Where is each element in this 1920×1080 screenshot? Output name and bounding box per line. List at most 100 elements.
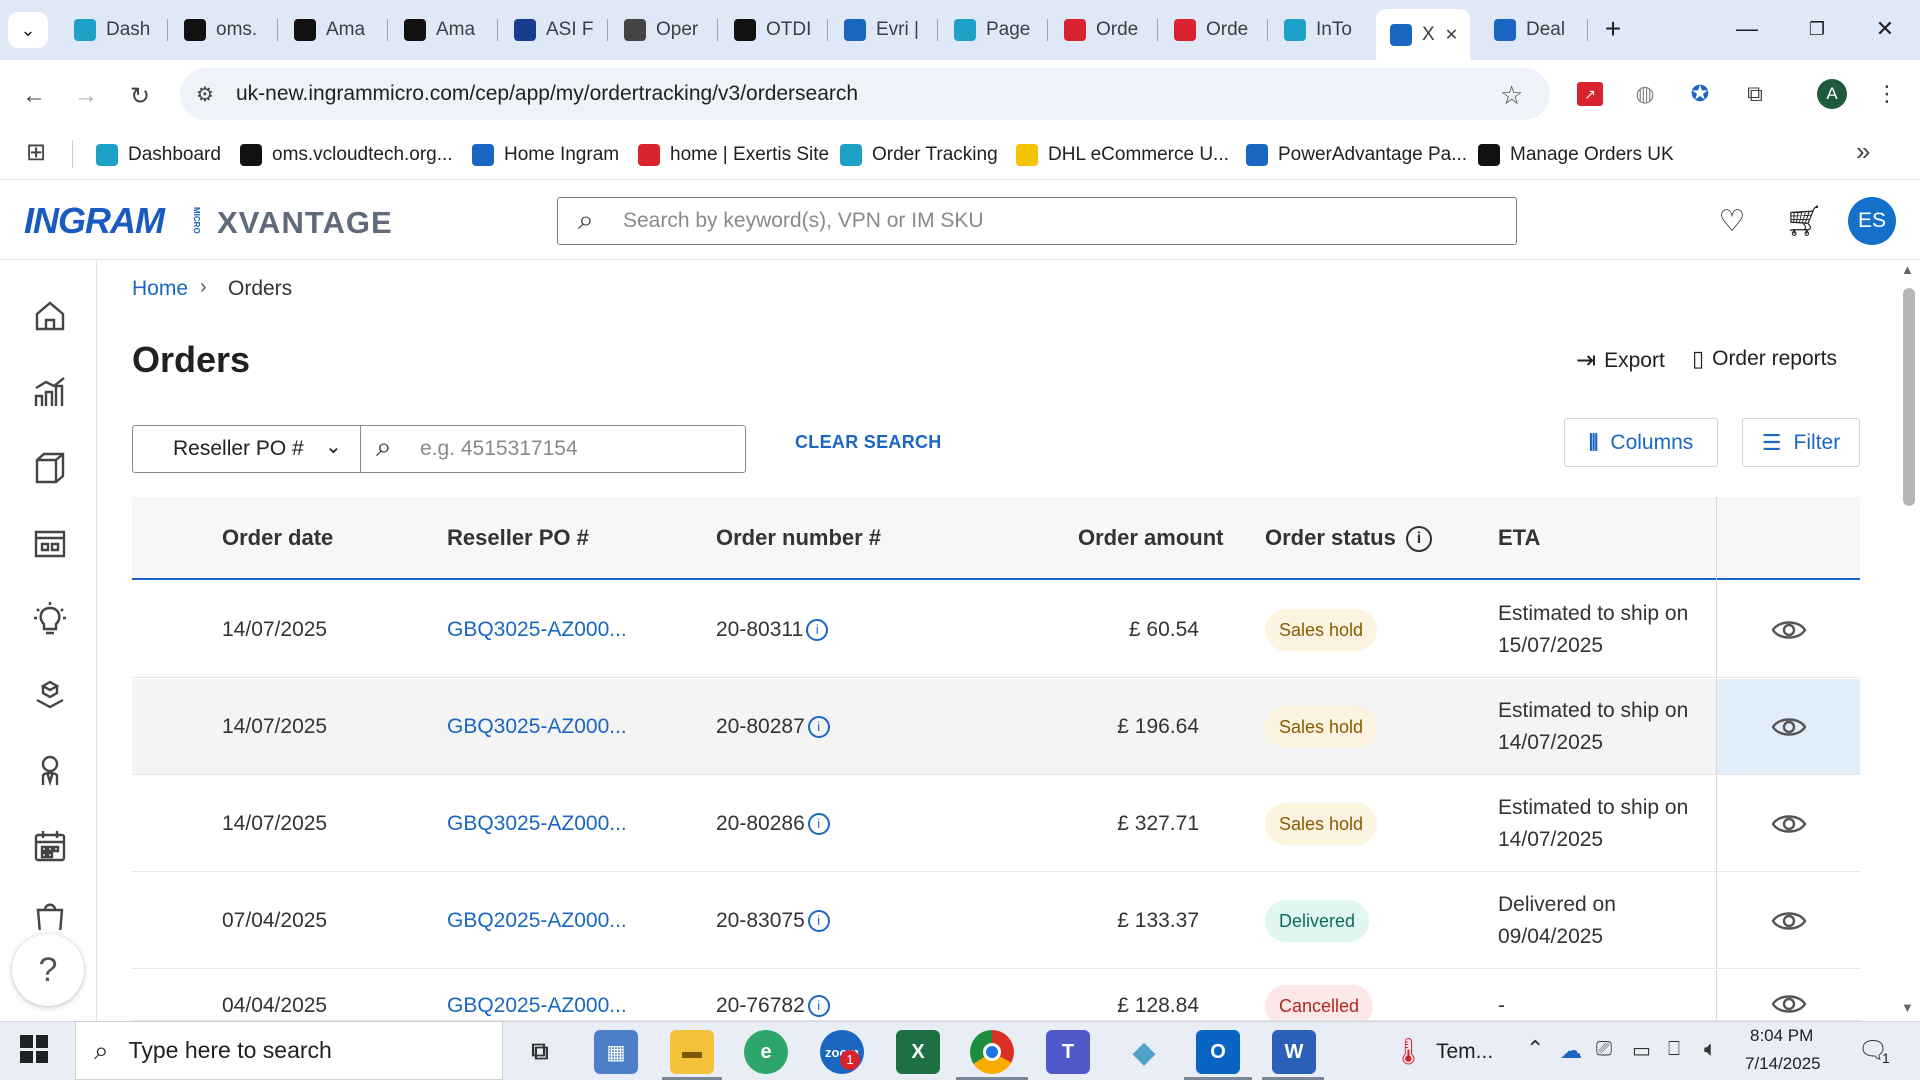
apps-grid-icon[interactable]: ⊞ [26, 138, 46, 167]
col-order-amount[interactable]: Order amount [1078, 525, 1223, 551]
profile-avatar[interactable]: A [1817, 79, 1847, 109]
outlook-icon[interactable]: O [1196, 1030, 1240, 1074]
services-nav-icon[interactable] [28, 672, 72, 716]
bookmark-star-icon[interactable]: ☆ [1500, 80, 1523, 111]
restore-button[interactable]: ❐ [1792, 8, 1842, 50]
calculator-icon[interactable]: ▦ [594, 1030, 638, 1074]
windows-start-icon[interactable] [20, 1035, 48, 1063]
reload-button[interactable]: ↻ [122, 78, 158, 114]
scroll-up-arrow[interactable]: ▲ [1901, 262, 1914, 277]
forward-button[interactable]: → [68, 78, 104, 114]
task-view-icon[interactable]: ⧉ [518, 1030, 562, 1074]
home-nav-icon[interactable] [28, 294, 72, 338]
browser-tab[interactable]: Page [940, 9, 1048, 51]
pdf-extension-icon[interactable]: ↗ [1575, 79, 1605, 109]
table-row[interactable]: 14/07/2025 GBQ3025-AZ000... 20-80286 i £ 327… [132, 776, 1860, 872]
user-avatar[interactable]: ES [1848, 197, 1896, 245]
bookmark-item[interactable]: Home Ingram [472, 137, 619, 173]
browser-tab[interactable]: Evri | [830, 9, 938, 51]
col-order-date[interactable]: Order date [222, 525, 333, 551]
browser-tab[interactable]: Deal [1480, 9, 1588, 51]
site-info-icon[interactable]: ⚙ [196, 82, 214, 107]
clock-date[interactable]: 7/14/2025 [1745, 1054, 1821, 1074]
table-row[interactable]: 14/07/2025 GBQ3025-AZ000... 20-80311 i £ 60.… [132, 582, 1860, 678]
taskbar-search-box[interactable]: ⌕ Type here to search [75, 1021, 503, 1080]
browser-tab[interactable]: Ama [280, 9, 388, 51]
clock-time[interactable]: 8:04 PM [1750, 1026, 1813, 1046]
breadcrumb-home-link[interactable]: Home [132, 277, 188, 301]
status-info-icon[interactable]: i [1406, 526, 1432, 552]
tray-chevron-up-icon[interactable]: ⌃ [1526, 1036, 1544, 1062]
table-row[interactable]: 04/04/2025 GBQ2025-AZ000... 20-76782 i £ 128… [132, 970, 1860, 1021]
browser-tab[interactable]: Orde [1050, 9, 1158, 51]
scroll-down-arrow[interactable]: ▼ [1901, 1000, 1914, 1015]
view-order-button[interactable] [1716, 679, 1860, 774]
help-button[interactable]: ? [12, 934, 84, 1006]
weather-thermometer-icon[interactable]: 🌡︎ [1392, 1036, 1425, 1067]
ingram-logo[interactable]: INGRAM [24, 200, 165, 242]
view-order-button[interactable] [1716, 582, 1860, 677]
cart-icon[interactable]: 🛒︎ [1784, 201, 1824, 241]
col-reseller-po[interactable]: Reseller PO # [447, 525, 589, 551]
bookmark-item[interactable]: DHL eCommerce U... [1016, 137, 1229, 173]
browser-tab[interactable]: X ✕ [1376, 9, 1470, 60]
search-field-select[interactable]: Reseller PO # ⌄ [132, 425, 361, 473]
support-nav-icon[interactable] [28, 748, 72, 792]
order-reports-button[interactable]: ▯ Order reports [1692, 346, 1837, 372]
back-button[interactable]: ← [16, 78, 52, 114]
favorites-heart-icon[interactable]: ♡ [1712, 201, 1752, 241]
table-row[interactable]: 14/07/2025 GBQ3025-AZ000... 20-80287 i £ 196… [132, 679, 1860, 775]
new-tab-button[interactable]: + [1588, 8, 1638, 50]
onedrive-icon[interactable]: ☁ [1560, 1038, 1582, 1064]
browser-tab[interactable]: ASI F [500, 9, 608, 51]
view-order-button[interactable] [1716, 776, 1860, 871]
more-bookmarks-icon[interactable]: » [1856, 136, 1870, 167]
orders-bag-icon[interactable] [28, 900, 72, 930]
battery-icon[interactable]: ▭ [1632, 1038, 1651, 1063]
xvantage-logo[interactable]: XVANTAGE [217, 205, 393, 241]
browser-tab[interactable]: Ama [390, 9, 498, 51]
globe-extension-icon[interactable]: ◍ [1630, 79, 1660, 109]
excel-icon[interactable]: X [896, 1030, 940, 1074]
browser-tab[interactable]: Dash [60, 9, 168, 51]
filter-button[interactable]: ☰ Filter [1742, 418, 1860, 467]
view-order-button[interactable] [1716, 970, 1860, 1020]
columns-button[interactable]: ⦀ Columns [1564, 418, 1718, 467]
warehouse-nav-icon[interactable] [28, 520, 72, 564]
url-text[interactable]: uk-new.ingrammicro.com/cep/app/my/ordert… [236, 82, 858, 106]
view-order-button[interactable] [1716, 873, 1860, 968]
extensions-puzzle-icon[interactable]: ⧉ [1740, 79, 1770, 109]
chrome-icon[interactable] [970, 1030, 1014, 1074]
file-explorer-icon[interactable]: ▬ [670, 1030, 714, 1074]
browser-tab[interactable]: OTDI [720, 9, 828, 51]
bookmark-item[interactable]: PowerAdvantage Pa... [1246, 137, 1467, 173]
col-eta[interactable]: ETA [1498, 525, 1540, 551]
app-diamond-icon[interactable]: ◆ [1122, 1030, 1166, 1074]
bookmark-item[interactable]: Dashboard [96, 137, 221, 173]
browser-tab[interactable]: Orde [1160, 9, 1268, 51]
browser-tab[interactable]: Oper [610, 9, 718, 51]
bookmark-item[interactable]: Manage Orders UK [1478, 137, 1674, 173]
edge-browser-icon[interactable]: e [744, 1030, 788, 1074]
chrome-menu-icon[interactable]: ⋮ [1872, 79, 1902, 109]
network-icon[interactable]: ⎕ [1668, 1038, 1680, 1061]
bookmark-item[interactable]: home | Exertis Site [638, 137, 829, 173]
scrollbar-thumb[interactable] [1903, 288, 1915, 506]
analytics-nav-icon[interactable] [28, 370, 72, 414]
vpn-extension-icon[interactable]: ✪ [1685, 79, 1715, 109]
browser-tab[interactable]: InTo [1270, 9, 1378, 51]
bookmark-item[interactable]: Order Tracking [840, 137, 998, 173]
word-icon[interactable]: W [1272, 1030, 1316, 1074]
calendar-nav-icon[interactable] [28, 824, 72, 868]
volume-icon[interactable]: 🔈︎ [1704, 1036, 1717, 1062]
tab-search-button[interactable]: ⌄ [8, 12, 48, 48]
col-order-status[interactable]: Order status [1265, 525, 1396, 551]
teams-icon[interactable]: T [1046, 1030, 1090, 1074]
clear-search-button[interactable]: CLEAR SEARCH [795, 432, 942, 453]
tray-monitor-icon[interactable]: ⎚ [1596, 1038, 1612, 1061]
minimize-button[interactable]: — [1722, 8, 1772, 50]
weather-text[interactable]: Tem... [1436, 1040, 1493, 1064]
insights-bulb-icon[interactable] [28, 596, 72, 640]
close-tab-icon[interactable]: ✕ [1445, 25, 1458, 45]
bookmark-item[interactable]: oms.vcloudtech.org... [240, 137, 453, 173]
